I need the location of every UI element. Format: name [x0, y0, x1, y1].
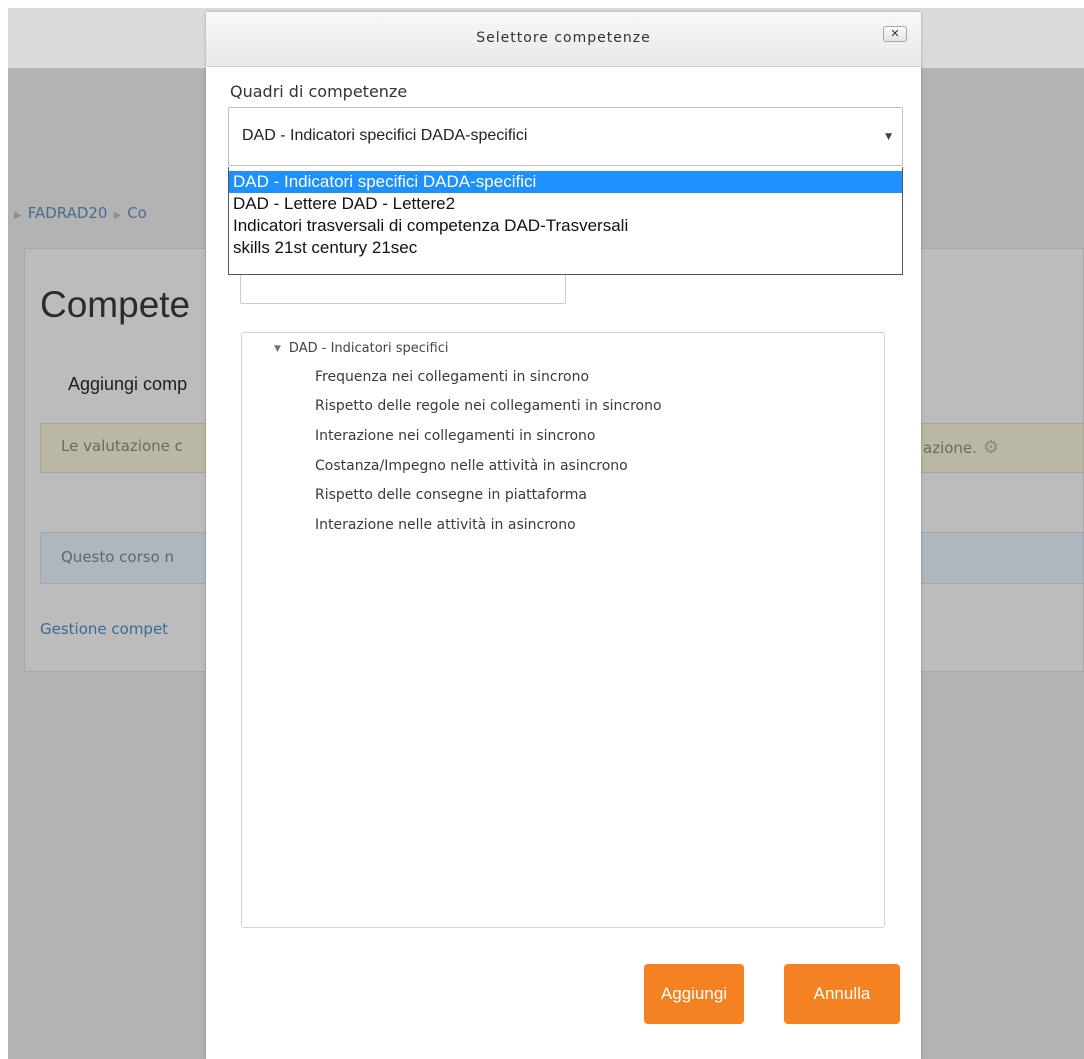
- add-competencies-link[interactable]: Aggiungi comp: [68, 374, 187, 395]
- tree-root-node[interactable]: ▼ DAD - Indicatori specifici: [274, 341, 448, 356]
- gear-icon[interactable]: ⚙: [983, 437, 999, 458]
- page-title: Compete: [40, 284, 191, 325]
- cancel-button[interactable]: Annulla: [784, 964, 900, 1024]
- triangle-down-icon[interactable]: ▼: [274, 344, 281, 354]
- framework-label: Quadri di competenze: [230, 82, 408, 101]
- close-icon[interactable]: ✕: [883, 26, 907, 42]
- breadcrumb-current[interactable]: Co: [127, 204, 147, 222]
- caret-down-icon: ▼: [885, 132, 892, 142]
- breadcrumb-course[interactable]: FADRAD20: [28, 204, 108, 222]
- add-button[interactable]: Aggiungi: [644, 964, 744, 1024]
- competency-picker-dialog: Selettore competenze ✕ Quadri di compete…: [206, 12, 921, 1059]
- competency-tree: ▼ DAD - Indicatori specifici Frequenza ne…: [241, 332, 885, 928]
- framework-option[interactable]: DAD - Lettere DAD - Lettere2: [229, 193, 902, 215]
- breadcrumb-arrow-icon: ▶: [113, 210, 122, 221]
- dialog-title: Selettore competenze: [476, 30, 651, 46]
- framework-option[interactable]: skills 21st century 21sec: [229, 237, 902, 259]
- warning-text-end-label: azione.: [923, 439, 977, 457]
- framework-select[interactable]: DAD - Indicatori specifici DADA-specific…: [228, 107, 903, 166]
- search-button[interactable]: [578, 272, 658, 300]
- tree-item[interactable]: Rispetto delle regole nei collegamenti i…: [315, 398, 662, 414]
- tree-item[interactable]: Interazione nelle attività in asincrono: [315, 517, 576, 533]
- framework-option[interactable]: DAD - Indicatori specifici DADA-specific…: [229, 171, 902, 193]
- manage-competencies-link[interactable]: Gestione compet: [40, 620, 168, 638]
- warning-text-end: azione. ⚙: [923, 437, 999, 458]
- framework-select-value: DAD - Indicatori specifici DADA-specific…: [242, 127, 528, 144]
- info-text: Questo corso n: [61, 548, 175, 566]
- framework-dropdown-list: DAD - Indicatori specifici DADA-specific…: [228, 167, 903, 275]
- tree-item[interactable]: Rispetto delle consegne in piattaforma: [315, 487, 587, 503]
- tree-item[interactable]: Frequenza nei collegamenti in sincrono: [315, 369, 589, 385]
- tree-item[interactable]: Interazione nei collegamenti in sincrono: [315, 428, 596, 444]
- dialog-header: Selettore competenze ✕: [206, 12, 921, 67]
- framework-option[interactable]: Indicatori trasversali di competenza DAD…: [229, 215, 902, 237]
- warning-text-start: Le valutazione c: [61, 437, 183, 455]
- breadcrumb: ▶ FADRAD20 ▶ Co: [8, 204, 147, 222]
- tree-root-label: DAD - Indicatori specifici: [288, 341, 449, 356]
- tree-item[interactable]: Costanza/Impegno nelle attività in asinc…: [315, 458, 628, 474]
- breadcrumb-arrow-icon: ▶: [14, 210, 22, 221]
